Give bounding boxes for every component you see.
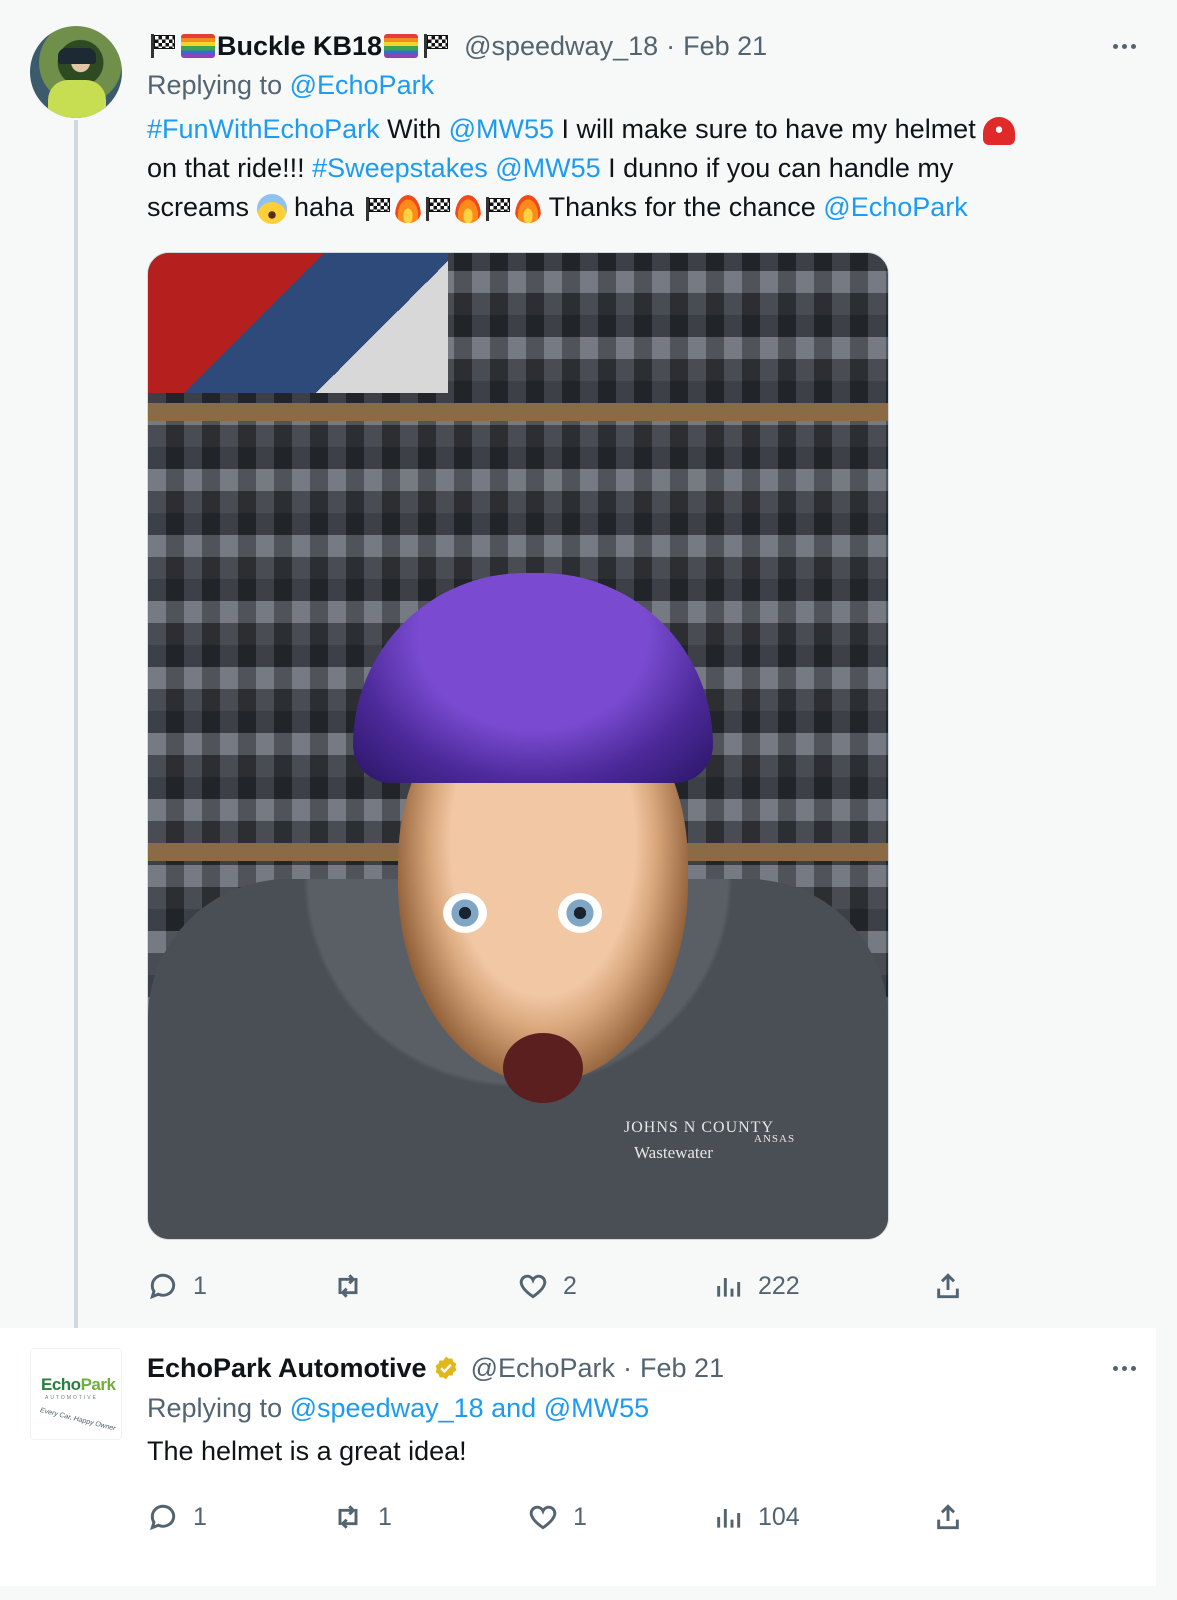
- reply-icon: [150, 1273, 176, 1300]
- mention-link[interactable]: @EchoPark: [823, 192, 967, 222]
- reply-button[interactable]: 1: [147, 1266, 207, 1306]
- tweet-echopark[interactable]: EchoPark AUTOMOTIVE Every Car, Happy Own…: [0, 1328, 1156, 1586]
- replying-to-mention[interactable]: @speedway_18 and @MW55: [290, 1393, 650, 1423]
- views-icon: [717, 1509, 741, 1528]
- more-options-icon[interactable]: [1106, 36, 1142, 56]
- display-name: Buckle KB18: [217, 30, 383, 61]
- views-button[interactable]: 222: [712, 1266, 800, 1306]
- text-segment: haha: [286, 192, 362, 222]
- fire-icon: [514, 194, 541, 223]
- like-icon: [519, 1274, 547, 1299]
- checkered-flag-icon: [149, 34, 177, 58]
- display-name-link[interactable]: Buckle KB18: [147, 31, 452, 62]
- checkered-flag-icon: [364, 196, 392, 221]
- share-icon: [937, 1504, 959, 1530]
- mention-link[interactable]: @MW55: [495, 153, 600, 183]
- handle[interactable]: @speedway_18: [464, 31, 658, 62]
- tweet-text: #FunWithEchoPark With @MW55 I will make …: [147, 110, 1107, 227]
- verified-badge-icon: [433, 1355, 459, 1381]
- retweet-icon: [338, 1274, 358, 1298]
- logo-word-park: Park: [80, 1375, 116, 1394]
- photo-background-banner: [148, 253, 448, 393]
- share-icon: [937, 1273, 959, 1299]
- tweet-text: The helmet is a great idea!: [147, 1436, 467, 1466]
- text-segment: screams: [147, 192, 257, 222]
- replying-to-line: Replying to @EchoPark: [147, 70, 434, 101]
- photo-mouth: [503, 1033, 583, 1103]
- separator-dot: ·: [623, 1352, 633, 1383]
- echopark-logo: EchoPark: [41, 1375, 116, 1395]
- avatar[interactable]: EchoPark AUTOMOTIVE Every Car, Happy Own…: [30, 1348, 122, 1440]
- replying-to-label: Replying to: [147, 1393, 283, 1423]
- tweet-date[interactable]: Feb 21: [640, 1353, 724, 1384]
- reply-button[interactable]: 1: [147, 1497, 207, 1537]
- text-segment: With: [379, 114, 449, 144]
- mention-link[interactable]: @MW55: [449, 114, 554, 144]
- rainbow-flag-icon: [384, 34, 419, 58]
- more-options-icon[interactable]: [1106, 1358, 1142, 1378]
- tweet-photo[interactable]: JOHNS N COUNTY ANSAS Wastewater: [147, 252, 889, 1240]
- retweet-button[interactable]: [332, 1266, 378, 1306]
- like-count: 1: [573, 1502, 587, 1531]
- like-count: 2: [563, 1271, 577, 1300]
- separator-dot: ·: [666, 30, 676, 61]
- replying-to-label: Replying to: [147, 70, 283, 100]
- scream-icon: [256, 193, 287, 224]
- text-segment: Thanks for the chance: [541, 192, 824, 222]
- handle[interactable]: @EchoPark: [471, 1353, 615, 1384]
- reply-count: 1: [193, 1271, 207, 1300]
- avatar[interactable]: [30, 26, 122, 118]
- logo-subtitle: AUTOMOTIVE: [45, 1395, 98, 1401]
- reply-count: 1: [193, 1502, 207, 1531]
- text-segment: I will make sure to have my helmet: [554, 114, 984, 144]
- display-name-link[interactable]: EchoPark Automotive: [147, 1353, 459, 1384]
- like-button[interactable]: 1: [527, 1497, 587, 1537]
- tweet-actions: 1 1 1 104: [147, 1497, 977, 1537]
- shirt-logo: JOHNS N COUNTY ANSAS Wastewater: [624, 1119, 824, 1179]
- share-button[interactable]: [932, 1266, 964, 1306]
- share-button[interactable]: [932, 1497, 964, 1537]
- rainbow-flag-icon: [181, 34, 215, 58]
- views-count: 222: [758, 1271, 800, 1300]
- tweet-actions: 1 2 222: [147, 1266, 977, 1306]
- avatar-helmet: [58, 48, 96, 64]
- text-segment: on that ride!!!: [147, 153, 313, 183]
- shirt-logo-line2: Wastewater: [634, 1143, 713, 1162]
- photo-eye: [558, 893, 602, 933]
- avatar-vest: [48, 80, 106, 118]
- tweet-speedway[interactable]: Buckle KB18 @speedway_18 · Feb 21 Replyi…: [0, 0, 1156, 1342]
- like-button[interactable]: 2: [517, 1266, 577, 1306]
- logo-word-echo: Echo: [41, 1375, 81, 1394]
- display-name: EchoPark Automotive: [147, 1352, 427, 1383]
- photo-helmet: [353, 573, 713, 783]
- reply-icon: [150, 1504, 176, 1531]
- fire-icon: [394, 194, 421, 223]
- checkered-flag-icon: [484, 196, 512, 221]
- checkered-flag-icon: [422, 34, 450, 58]
- retweet-count: 1: [378, 1502, 392, 1531]
- tweet-header: EchoPark Automotive @EchoPark · Feb 21: [147, 1348, 724, 1388]
- shirt-logo-line1: JOHNS N COUNTY: [624, 1119, 775, 1136]
- views-button[interactable]: 104: [712, 1497, 800, 1537]
- fire-icon: [454, 194, 481, 223]
- retweet-icon: [338, 1505, 358, 1529]
- like-icon: [529, 1505, 557, 1530]
- hashtag-link[interactable]: #Sweepstakes: [312, 153, 488, 183]
- tweet-header: Buckle KB18 @speedway_18 · Feb 21: [147, 26, 767, 66]
- replying-to-mention[interactable]: @EchoPark: [290, 70, 434, 100]
- replying-to-line: Replying to @speedway_18 and @MW55: [147, 1393, 649, 1424]
- retweet-button[interactable]: 1: [332, 1497, 392, 1537]
- helmet-icon: [983, 116, 1016, 145]
- shirt-logo-line1b: ANSAS: [754, 1133, 796, 1145]
- logo-tagline: Every Car, Happy Owner: [39, 1407, 117, 1433]
- views-count: 104: [758, 1502, 800, 1531]
- tweet-date[interactable]: Feb 21: [683, 31, 767, 62]
- hashtag-link[interactable]: #FunWithEchoPark: [147, 114, 380, 144]
- photo-eye: [443, 893, 487, 933]
- views-icon: [717, 1278, 741, 1297]
- checkered-flag-icon: [424, 196, 452, 221]
- photo-shelf: [148, 403, 888, 421]
- text-segment: I dunno if you can handle my: [600, 153, 954, 183]
- thread-connector-line: [74, 120, 78, 1342]
